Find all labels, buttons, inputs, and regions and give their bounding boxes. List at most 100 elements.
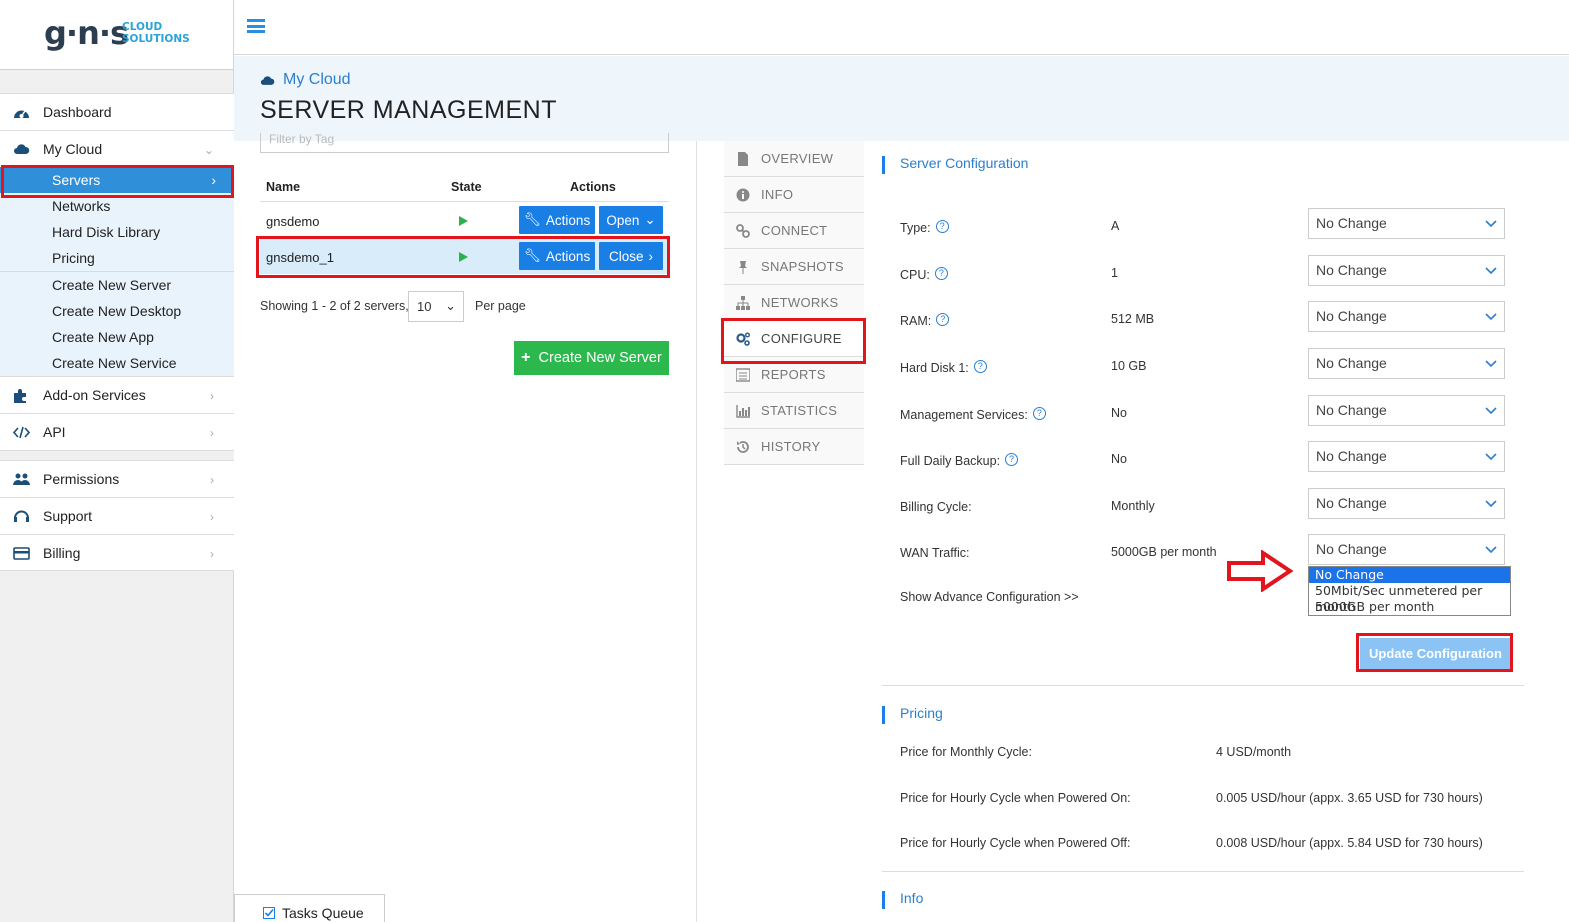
tab-reports[interactable]: REPORTS <box>724 357 864 393</box>
tasks-queue-tab[interactable]: Tasks Queue <box>234 894 385 922</box>
help-icon[interactable]: ? <box>973 360 987 373</box>
wan-traffic-select[interactable]: No Change <box>1308 534 1505 565</box>
users-icon <box>13 473 30 485</box>
sidebar-item-create-new-service[interactable]: Create New Service <box>0 350 234 376</box>
logo-brand: g·n·s <box>44 14 129 52</box>
billing-cycle-select[interactable]: No Change <box>1308 488 1505 519</box>
close-button[interactable]: Close › <box>599 242 663 270</box>
per-page-select[interactable]: 10 ⌄ <box>408 291 464 322</box>
dropdown-option[interactable]: 50Mbit/Sec unmetered per month <box>1309 583 1510 614</box>
tab-info[interactable]: INFO <box>724 177 864 213</box>
cloud-icon <box>14 144 30 154</box>
column-actions: Actions <box>570 180 616 194</box>
page-header: My Cloud SERVER MANAGEMENT <box>234 56 1569 141</box>
actions-button[interactable]: 🔧︎ Actions <box>519 242 595 270</box>
chevron-down-icon: ⌄ <box>203 143 214 157</box>
create-new-server-button[interactable]: + Create New Server <box>514 341 669 375</box>
table-row[interactable]: gnsdemo_1 🔧︎ Actions Close › <box>260 239 669 274</box>
sidebar-item-create-new-desktop[interactable]: Create New Desktop <box>0 298 234 324</box>
table-header: Name State Actions <box>260 178 669 202</box>
dropdown-option[interactable]: 5000GB per month <box>1309 599 1510 615</box>
config-label: Full Daily Backup:? <box>900 453 1019 468</box>
chevron-down-icon <box>1485 453 1497 461</box>
bar-chart-icon <box>736 405 750 418</box>
tab-overview[interactable]: OVERVIEW <box>724 141 864 177</box>
help-icon[interactable]: ? <box>936 313 950 326</box>
actions-button[interactable]: 🔧︎ Actions <box>519 206 595 234</box>
full-daily-backup-select[interactable]: No Change <box>1308 441 1505 472</box>
config-label: Management Services:? <box>900 407 1046 422</box>
chevron-down-icon <box>1485 500 1497 508</box>
breadcrumb[interactable]: My Cloud <box>260 71 351 89</box>
sidebar-item-api[interactable]: API › <box>0 413 234 450</box>
sidebar-item-pricing[interactable]: Pricing <box>0 245 234 271</box>
sidebar-item-permissions[interactable]: Permissions › <box>0 460 234 497</box>
divider <box>882 685 1524 686</box>
chevron-right-icon: › <box>210 547 214 561</box>
chevron-down-icon: ⌄ <box>445 298 456 313</box>
chevron-down-icon <box>1485 313 1497 321</box>
sidebar-item-my-cloud[interactable]: My Cloud ⌄ <box>0 130 234 167</box>
sidebar-item-hard-disk-library[interactable]: Hard Disk Library <box>0 219 234 245</box>
tab-label: CONFIGURE <box>761 331 842 346</box>
credit-card-icon <box>13 547 30 560</box>
select-value: No Change <box>1316 308 1387 324</box>
sidebar-item-dashboard[interactable]: Dashboard <box>0 93 234 130</box>
type-select[interactable]: No Change <box>1308 208 1505 239</box>
price-row-hourly-off: Price for Hourly Cycle when Powered Off:… <box>900 836 1500 850</box>
tab-networks[interactable]: NETWORKS <box>724 285 864 321</box>
price-row-monthly: Price for Monthly Cycle: 4 USD/month <box>900 745 1500 759</box>
chevron-right-icon: › <box>648 248 654 264</box>
select-value: No Change <box>1316 355 1387 371</box>
open-button[interactable]: Open ⌄ <box>599 206 663 234</box>
price-value: 0.008 USD/hour (appx. 5.84 USD for 730 h… <box>1216 836 1483 850</box>
list-icon <box>736 368 750 382</box>
history-icon <box>737 441 749 453</box>
sidebar-item-servers[interactable]: Servers › <box>0 167 234 193</box>
checkbox-icon <box>263 907 275 919</box>
tab-connect[interactable]: CONNECT <box>724 213 864 249</box>
price-label: Price for Hourly Cycle when Powered On: <box>900 791 1131 805</box>
sidebar-item-create-new-server[interactable]: Create New Server <box>0 272 234 298</box>
update-configuration-button[interactable]: Update Configuration <box>1360 638 1511 669</box>
management-services-select[interactable]: No Change <box>1308 395 1505 426</box>
sidebar-item-billing[interactable]: Billing › <box>0 534 234 571</box>
dropdown-option[interactable]: No Change <box>1309 567 1510 583</box>
sidebar-item-addon-services[interactable]: Add-on Services › <box>0 376 234 413</box>
config-row-ram: RAM:? 512 MB No Change <box>882 301 1524 333</box>
help-icon[interactable]: ? <box>934 267 948 280</box>
show-advanced-configuration-link[interactable]: Show Advance Configuration >> <box>900 590 1079 604</box>
chevron-right-icon: › <box>210 426 214 440</box>
help-icon[interactable]: ? <box>1032 407 1046 420</box>
config-row-hard-disk: Hard Disk 1:? 10 GB No Change <box>882 348 1524 380</box>
sidebar-item-support[interactable]: Support › <box>0 497 234 534</box>
highlight-arrow-icon <box>1227 550 1293 592</box>
sidebar-item-networks[interactable]: Networks <box>0 193 234 219</box>
help-icon[interactable]: ? <box>935 220 949 233</box>
logo[interactable]: g·n·s CLOUD SOLUTIONS <box>0 0 233 70</box>
running-state-icon <box>459 252 468 262</box>
tag-filter-input[interactable]: Filter by Tag <box>260 133 669 153</box>
chevron-down-icon <box>1485 407 1497 415</box>
showing-count: Showing 1 - 2 of 2 servers, <box>260 299 409 313</box>
sidebar-label: Dashboard <box>43 104 112 120</box>
running-state-icon <box>459 216 468 226</box>
tab-history[interactable]: HISTORY <box>724 429 864 465</box>
select-value: No Change <box>1316 448 1387 464</box>
headset-icon <box>14 510 29 522</box>
help-icon[interactable]: ? <box>1005 453 1019 466</box>
config-label: Billing Cycle: <box>900 500 972 514</box>
tab-label: OVERVIEW <box>761 151 834 166</box>
cpu-select[interactable]: No Change <box>1308 255 1505 286</box>
tab-snapshots[interactable]: SNAPSHOTS <box>724 249 864 285</box>
link-icon <box>736 224 750 238</box>
tab-statistics[interactable]: STATISTICS <box>724 393 864 429</box>
sidebar-item-create-new-app[interactable]: Create New App <box>0 324 234 350</box>
hamburger-menu-icon[interactable] <box>247 19 265 33</box>
hard-disk-select[interactable]: No Change <box>1308 348 1505 379</box>
tab-configure[interactable]: CONFIGURE <box>724 321 864 357</box>
table-row[interactable]: gnsdemo 🔧︎ Actions Open ⌄ <box>260 203 669 238</box>
sidebar-label: Permissions <box>43 471 120 487</box>
ram-select[interactable]: No Change <box>1308 301 1505 332</box>
tab-label: CONNECT <box>761 223 828 238</box>
